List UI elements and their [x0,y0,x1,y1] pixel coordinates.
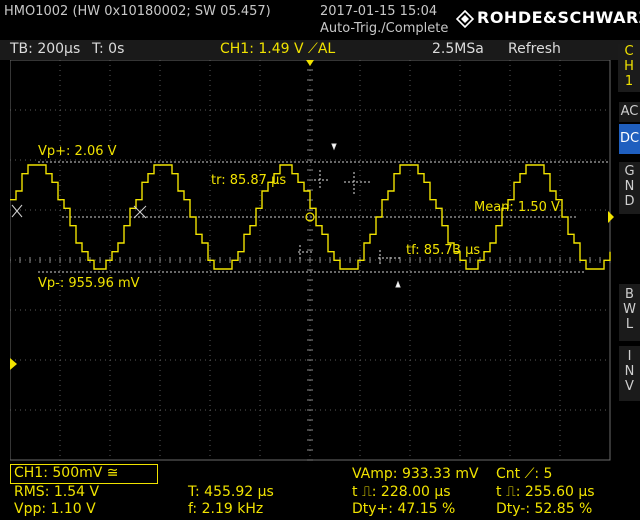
trigger-time[interactable]: T: 0s [92,41,124,57]
sample-rate: 2.5MSa [432,41,484,57]
rms-measurement: RMS: 1.54 V [14,484,100,500]
vp-minus-label: Vp-: 955.96 mV [38,276,140,291]
period-measurement: T: 455.92 µs [188,484,274,500]
coupling-gnd-button[interactable]: G N D [619,162,640,214]
rise-time-label: tr: 85.87 µs [211,173,287,188]
brand-logo: ROHDE&SCHWARZ [477,8,640,27]
coupling-dc-button[interactable]: DC [619,124,640,154]
trigger-level-marker-icon[interactable] [608,211,614,223]
vamp-measurement: VAmp: 933.33 mV [352,466,479,482]
vpp-measurement: Vpp: 1.10 V [14,501,96,517]
invert-button[interactable]: I N V [619,346,640,401]
channel-indicator[interactable]: C H 1 [618,44,640,92]
status-bar: TB: 200µs T: 0s CH1: 1.49 V ⟋AL 2.5MSa R… [0,40,640,60]
vp-plus-label: Vp+: 2.06 V [38,144,117,159]
pos-pulse-width-measurement: t ⎍: 228.00 µs [352,484,451,500]
neg-pulse-width-measurement: t ⎍: 255.60 µs [496,484,595,500]
datetime: 2017-01-15 15:04 [320,4,438,19]
pos-duty-measurement: Dty+: 47.15 % [352,501,456,517]
trigger-status: Auto-Trig./Complete [320,21,449,36]
neg-duty-measurement: Dty-: 52.85 % [496,501,593,517]
rohde-schwarz-logo-icon [455,9,475,29]
device-info: HMO1002 (HW 0x10180002; SW 05.457) [4,4,271,19]
timebase[interactable]: TB: 200µs [10,41,80,57]
coupling-ac-button[interactable]: AC [619,102,640,122]
ch1-vertical-scale[interactable]: CH1: 500mV ≅ [14,465,119,481]
mean-label: Mean: 1.50 V [474,200,560,215]
edge-count-measurement: Cnt ⟋: 5 [496,466,553,482]
acquisition-mode[interactable]: Refresh [508,41,561,57]
fall-time-label: tf: 85.73 µs [406,243,481,258]
frequency-measurement: f: 2.19 kHz [188,501,264,517]
bandwidth-limit-button[interactable]: B W L [619,284,640,341]
channel-trigger[interactable]: CH1: 1.49 V ⟋AL [220,41,335,57]
oscilloscope-display[interactable] [10,60,614,462]
